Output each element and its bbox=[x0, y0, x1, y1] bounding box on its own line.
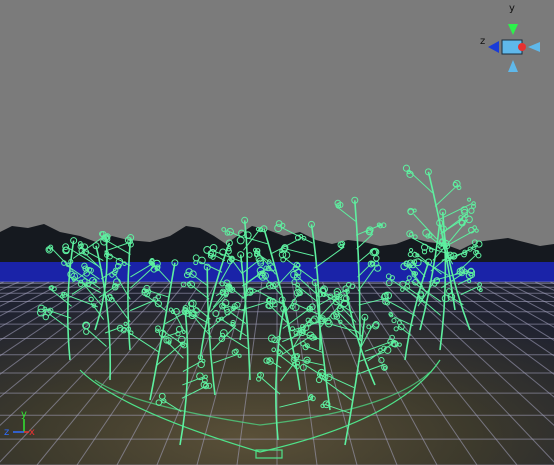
triad-y-label: y bbox=[21, 409, 27, 420]
scene-canvas[interactable] bbox=[0, 0, 554, 465]
triad-x-label: x bbox=[29, 427, 35, 438]
axis-triad: y z x bbox=[4, 410, 40, 446]
3d-viewport[interactable]: y z y z x bbox=[0, 0, 554, 465]
neg-y-axis-cone-icon[interactable] bbox=[508, 60, 518, 72]
neg-z-axis-cone-icon[interactable] bbox=[528, 42, 540, 52]
x-axis-sphere-icon[interactable] bbox=[518, 43, 526, 51]
view-cube[interactable]: y z bbox=[478, 4, 548, 76]
y-axis-cone-icon[interactable] bbox=[508, 24, 518, 35]
z-axis-cone-icon[interactable] bbox=[488, 41, 499, 53]
triad-z-label: z bbox=[4, 427, 10, 438]
